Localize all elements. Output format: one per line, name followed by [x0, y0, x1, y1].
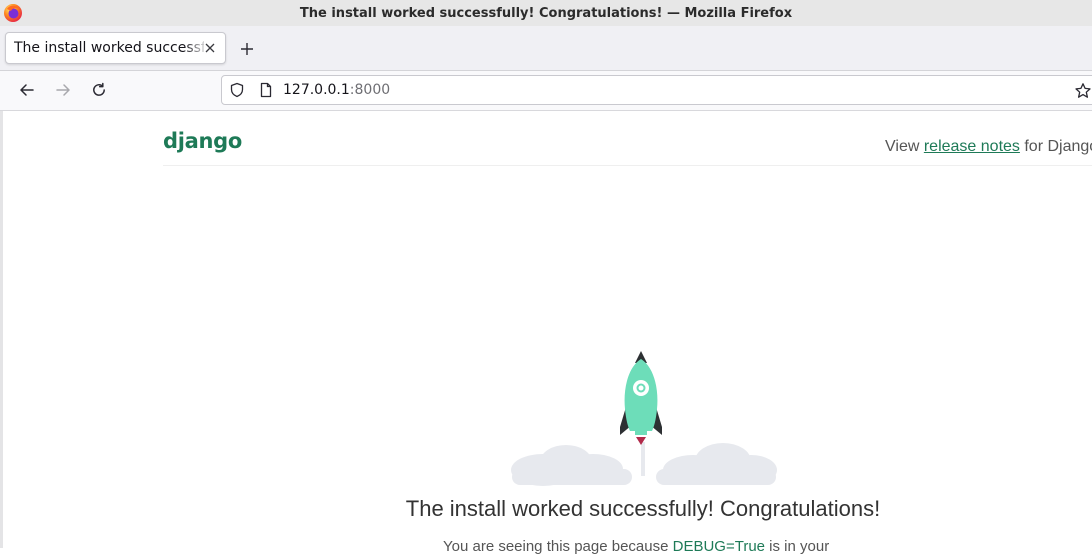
tab-active[interactable]: The install worked successfully! Congrat…	[5, 32, 226, 64]
cloud-right	[656, 443, 777, 485]
nav-toolbar: 127.0.0.1:8000	[0, 71, 1092, 111]
exhaust-trail	[641, 442, 645, 476]
release-notes-line: View release notes for Django	[885, 138, 1092, 156]
release-notes-link[interactable]: release notes	[924, 138, 1020, 155]
rocket	[620, 351, 662, 445]
subline-suffix: is in your	[765, 538, 830, 555]
debug-setting-link[interactable]: DEBUG=True	[673, 538, 765, 555]
shield-icon[interactable]	[229, 82, 245, 98]
page-icon[interactable]	[258, 82, 274, 98]
page-content: django View release notes for Django The…	[3, 111, 1092, 555]
window-title: The install worked successfully! Congrat…	[299, 5, 793, 21]
star-icon[interactable]	[1074, 82, 1092, 100]
django-header: django View release notes for Django	[163, 111, 1092, 166]
reload-icon[interactable]	[90, 81, 108, 99]
django-logo[interactable]: django	[163, 129, 242, 153]
release-prefix: View	[885, 138, 924, 155]
page-subline: You are seeing this page because DEBUG=T…	[443, 538, 829, 555]
url-text[interactable]: 127.0.0.1:8000	[283, 82, 390, 98]
url-bar[interactable]: 127.0.0.1:8000	[221, 75, 1092, 105]
arrow-right-icon[interactable]	[54, 81, 72, 99]
page-headline: The install worked successfully! Congrat…	[405, 496, 881, 521]
window-titlebar: The install worked successfully! Congrat…	[0, 0, 1092, 26]
close-icon[interactable]	[201, 39, 219, 57]
cloud-left	[511, 445, 632, 486]
tab-label: The install worked successfully! Congrat…	[14, 40, 204, 56]
url-host: 127.0.0.1	[283, 82, 350, 98]
tab-strip: The install worked successfully! Congrat…	[0, 26, 1092, 71]
arrow-left-icon[interactable]	[18, 81, 36, 99]
subline-prefix: You are seeing this page because	[443, 538, 673, 555]
firefox-logo-icon[interactable]	[3, 3, 23, 23]
plus-icon[interactable]	[237, 39, 257, 59]
url-port: :8000	[349, 82, 391, 98]
release-suffix: for Django	[1019, 138, 1092, 155]
rocket-illustration	[511, 351, 777, 486]
